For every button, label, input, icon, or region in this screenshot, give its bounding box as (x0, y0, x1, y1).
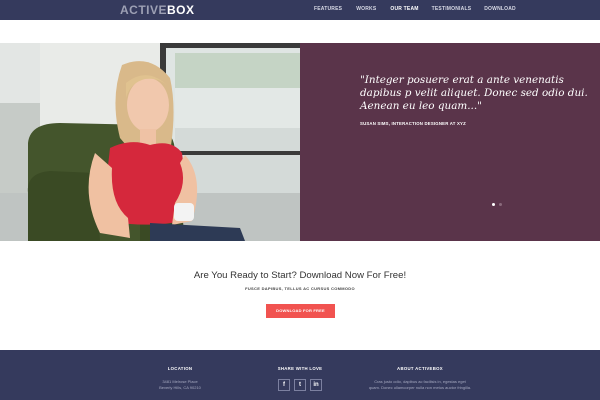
footer-location-heading: LOCATION (167, 366, 193, 371)
cta-subtitle: FUSCE DAPIBUS, TELLUS AC CURSUS COMMODO (245, 286, 355, 291)
linkedin-icon[interactable]: in (310, 379, 322, 391)
testimonial-slider: "Integer posuere erat a ante venenatis d… (0, 43, 600, 241)
brand-logo-part1: ACTIVE (120, 3, 168, 17)
slider-dot-2[interactable] (499, 203, 502, 206)
testimonial-quote: "Integer posuere erat a ante venenatis d… (360, 74, 588, 112)
download-for-free-button[interactable]: DOWNLOAD FOR FREE (266, 304, 335, 318)
brand-logo-part2: BOX (167, 3, 195, 17)
brand-logo[interactable]: ACTIVEBOX (120, 3, 195, 17)
top-navbar: ACTIVEBOX FEATURES WORKS OUR TEAM TESTIM… (0, 0, 600, 20)
woman-in-chair-photo (0, 43, 300, 241)
footer: LOCATION 3481 Melrose Place Beverly Hill… (0, 350, 600, 400)
nav-item-download[interactable]: DOWNLOAD (484, 6, 516, 12)
cta-title: Are You Ready to Start? Download Now For… (193, 270, 407, 281)
nav-item-works[interactable]: WORKS (356, 6, 376, 12)
nav-item-testimonials[interactable]: TESTIMONIALS (432, 6, 472, 12)
footer-share-heading: SHARE WITH LOVE (277, 366, 323, 371)
footer-about-heading: ABOUT ACTIVEBOX (397, 366, 443, 371)
twitter-icon[interactable]: t (294, 379, 306, 391)
testimonial-panel: "Integer posuere erat a ante venenatis d… (300, 43, 600, 241)
testimonial-author: SUSAN SIMS, INTERACTION DESIGNER AT XYZ (360, 121, 466, 126)
slider-dots (492, 203, 502, 206)
footer-address-line2: Beverly Hills, CA 90210 (159, 385, 201, 390)
facebook-icon[interactable]: f (278, 379, 290, 391)
social-links: f t in (278, 379, 322, 391)
nav-item-features[interactable]: FEATURES (314, 6, 342, 12)
nav-item-our-team[interactable]: OUR TEAM (390, 6, 418, 12)
slider-dot-1[interactable] (492, 203, 495, 206)
hero-photo (0, 43, 300, 241)
footer-about-line2: quam. Donec ullamcorper nulla non metus … (368, 385, 472, 390)
main-nav: FEATURES WORKS OUR TEAM TESTIMONIALS DOW… (314, 6, 516, 12)
